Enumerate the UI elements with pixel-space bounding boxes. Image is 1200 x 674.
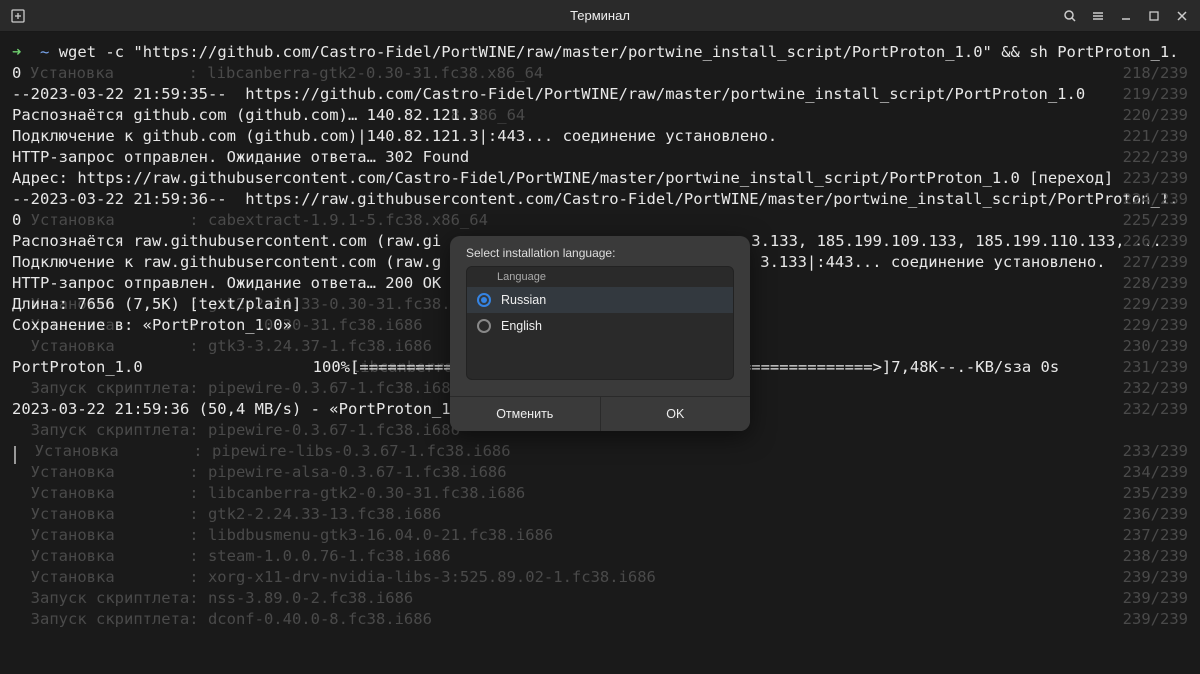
maximize-button[interactable] bbox=[1142, 4, 1166, 28]
new-tab-button[interactable] bbox=[6, 4, 30, 28]
search-button[interactable] bbox=[1058, 4, 1082, 28]
output-line: Установка : pipewire-libs-0.3.67-1.fc38.… bbox=[12, 441, 1188, 462]
output-line: Установка : steam-1.0.0.76-1.fc38.i68623… bbox=[12, 546, 1188, 567]
language-dialog: Select installation language: Language R… bbox=[450, 236, 750, 431]
output-line: Установка : pipewire-alsa-0.3.67-1.fc38.… bbox=[12, 462, 1188, 483]
hamburger-menu-button[interactable] bbox=[1086, 4, 1110, 28]
language-list: Language Russian English bbox=[466, 266, 734, 380]
dialog-spacer bbox=[467, 339, 733, 379]
language-column-header: Language bbox=[467, 267, 733, 287]
text-cursor-icon bbox=[14, 446, 16, 464]
output-line: Установка : xorg-x11-drv-nvidia-libs-3:5… bbox=[12, 567, 1188, 588]
output-line: Запуск скриптлета: dconf-0.40.0-8.fc38.i… bbox=[12, 609, 1188, 630]
close-button[interactable] bbox=[1170, 4, 1194, 28]
radio-unchecked-icon bbox=[477, 319, 491, 333]
dialog-footer: Отменить OK bbox=[450, 396, 750, 431]
language-label: Russian bbox=[501, 293, 546, 307]
output-line: 0 Установка : libcanberra-gtk2-0.30-31.f… bbox=[12, 63, 1188, 84]
output-line: Установка : gtk2-2.24.33-13.fc38.i686236… bbox=[12, 504, 1188, 525]
window-title: Терминал bbox=[570, 8, 630, 23]
output-line: --2023-03-22 21:59:35-- https://github.c… bbox=[12, 84, 1188, 105]
output-line: Установка : libdbusmenu-gtk3-16.04.0-21.… bbox=[12, 525, 1188, 546]
prompt-line: ➜ ~ wget -c "https://github.com/Castro-F… bbox=[12, 42, 1188, 63]
language-label: English bbox=[501, 319, 542, 333]
output-line: Адрес: https://raw.githubusercontent.com… bbox=[12, 168, 1188, 189]
minimize-button[interactable] bbox=[1114, 4, 1138, 28]
dialog-title: Select installation language: bbox=[450, 236, 750, 266]
output-line: Распознаётся github.com (github.com)… 14… bbox=[12, 105, 1188, 126]
language-option-russian[interactable]: Russian bbox=[467, 287, 733, 313]
radio-checked-icon bbox=[477, 293, 491, 307]
language-option-english[interactable]: English bbox=[467, 313, 733, 339]
output-line: --2023-03-22 21:59:36-- https://raw.gith… bbox=[12, 189, 1188, 210]
ok-button[interactable]: OK bbox=[601, 397, 751, 431]
output-line: Установка : libcanberra-gtk2-0.30-31.fc3… bbox=[12, 483, 1188, 504]
output-line: Запуск скриптлета: nss-3.89.0-2.fc38.i68… bbox=[12, 588, 1188, 609]
cancel-button[interactable]: Отменить bbox=[450, 397, 601, 431]
output-line: 0 Установка : cabextract-1.9.1-5.fc38.x8… bbox=[12, 210, 1188, 231]
output-line: Подключение к github.com (github.com)|14… bbox=[12, 126, 1188, 147]
output-line: HTTP-запрос отправлен. Ожидание ответа… … bbox=[12, 147, 1188, 168]
window-titlebar: Терминал bbox=[0, 0, 1200, 32]
